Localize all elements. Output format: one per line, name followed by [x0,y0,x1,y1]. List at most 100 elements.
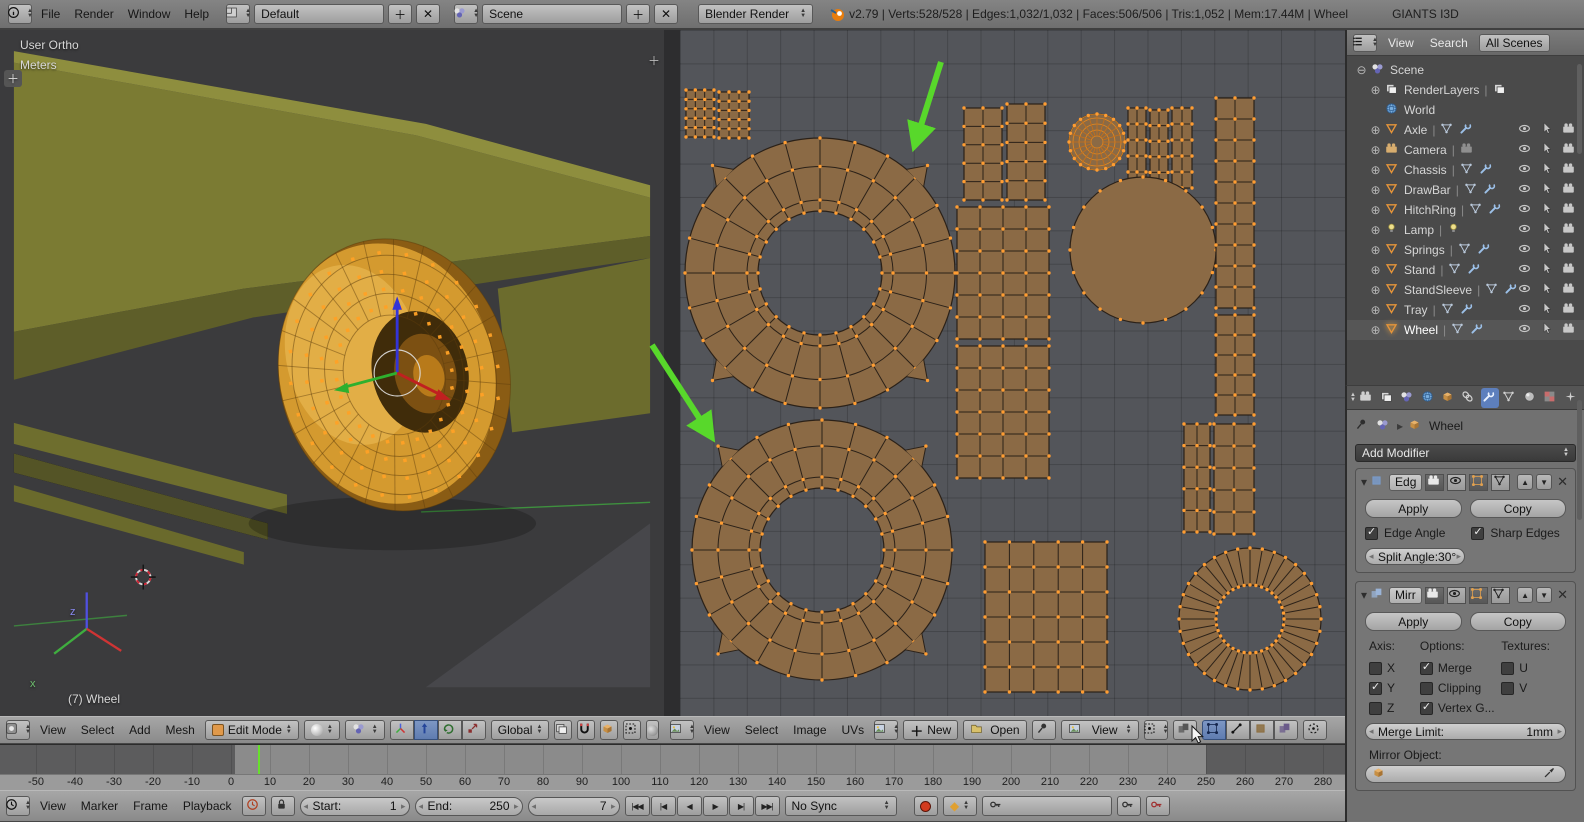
modifier-edit-toggle[interactable] [1469,474,1488,491]
uv-pivot-button[interactable]: ▲▼ [1144,720,1168,740]
expand-toggle-icon[interactable]: ⊕ [1369,203,1382,217]
menu-select[interactable]: Select [76,723,119,737]
outliner-item-springs[interactable]: ⊕ Springs | [1347,240,1584,260]
editor-type-3d-button[interactable]: ▲▼ [6,720,30,740]
split-angle-slider[interactable]: Split Angle: 30° [1365,548,1465,565]
expand-toggle-icon[interactable]: ⊕ [1369,163,1382,177]
restrict-render-camera-icon[interactable] [1562,282,1578,298]
expand-toggle-icon[interactable]: ⊕ [1369,283,1382,297]
modifier-render-toggle[interactable] [1425,474,1444,491]
restrict-view-eye-icon[interactable] [1518,282,1534,298]
snap-magnet-button[interactable] [577,720,595,740]
modifier-delete-button[interactable]: ✕ [1555,474,1570,490]
expand-toggle-icon[interactable]: ⊕ [1369,243,1382,257]
modifier-move-down-button[interactable]: ▼ [1536,587,1552,603]
menu-render[interactable]: Render [69,7,118,21]
translate-manipulator-button[interactable] [414,720,438,740]
editor-type-image-button[interactable]: ▲▼ [670,720,694,740]
image-pin-button[interactable] [1032,720,1056,740]
apply-button[interactable]: Apply [1365,612,1462,631]
sync-mode-select[interactable]: No Sync▲▼ [785,796,897,816]
outliner-item-drawbar[interactable]: ⊕ DrawBar | [1347,180,1584,200]
restrict-view-eye-icon[interactable] [1518,142,1534,158]
uv-display-mode-select[interactable]: View▲▼ [1061,720,1139,740]
tab-render[interactable] [1358,388,1376,408]
expand-toggle-icon[interactable]: ⊕ [1369,263,1382,277]
tab-object[interactable] [1440,388,1458,408]
editor-type-info-button[interactable]: ▲▼ [8,4,32,24]
start-frame-field[interactable]: Start:1 [300,797,410,816]
restrict-render-camera-icon[interactable] [1562,262,1578,278]
restrict-view-eye-icon[interactable] [1518,222,1534,238]
expand-toggle-icon[interactable]: ⊕ [1369,323,1382,337]
outliner-item-hitchring[interactable]: ⊕ HitchRing | [1347,200,1584,220]
outliner-item-scene[interactable]: ⊖ Scene [1347,60,1584,80]
play-reverse-button[interactable]: ◀ [677,796,702,816]
modifier-delete-button[interactable]: ✕ [1555,587,1570,603]
restrict-view-eye-icon[interactable] [1518,182,1534,198]
outliner-menu-search[interactable]: Search [1425,36,1473,50]
expand-toggle-icon[interactable]: ⊖ [1355,63,1368,77]
clipping-checkbox[interactable] [1420,682,1433,695]
restrict-select-cursor-icon[interactable] [1540,322,1556,338]
add-scene-button[interactable]: ＋ [626,4,650,24]
collapse-arrow-icon[interactable]: ▾ [1361,475,1367,489]
outliner-item-chassis[interactable]: ⊕ Chassis | [1347,160,1584,180]
restrict-select-cursor-icon[interactable] [1540,142,1556,158]
restrict-render-camera-icon[interactable] [1562,202,1578,218]
end-frame-field[interactable]: End:250250 [415,797,523,816]
restrict-render-camera-icon[interactable] [1562,322,1578,338]
sharp-edges-checkbox[interactable] [1471,527,1484,540]
restrict-render-camera-icon[interactable] [1562,222,1578,238]
restrict-select-cursor-icon[interactable] [1540,282,1556,298]
add-modifier-dropdown[interactable]: Add Modifier▲▼ [1355,444,1576,462]
menu-help[interactable]: Help [179,7,214,21]
delete-keyframe-button[interactable] [1146,796,1170,816]
render-engine-select[interactable]: Blender Render▲▼ [698,4,813,24]
region-expand-plus[interactable]: ＋ [4,70,22,87]
outliner-display-mode[interactable]: All Scenes [1479,34,1550,52]
play-button[interactable]: ▶ [703,796,728,816]
outliner-item-renderlayers[interactable]: ⊕ RenderLayers | [1347,80,1584,100]
uv-select-island-button[interactable] [1274,720,1298,740]
modifier-cage-toggle[interactable] [1491,474,1510,491]
timeline-ruler[interactable]: -50-40-30-20-100102030405060708090100110… [0,744,1345,790]
tl-menu-marker[interactable]: Marker [76,799,123,813]
modifier-name-field[interactable]: Edg [1389,474,1422,491]
tab-object-data[interactable] [1501,388,1519,408]
merge-checkbox[interactable] [1420,662,1433,675]
uv-sync-selection-button[interactable] [1173,720,1197,740]
modifier-move-up-button[interactable]: ▲ [1517,587,1533,603]
scene-icon-button[interactable]: ▲▼ [454,4,478,24]
expand-toggle-icon[interactable]: ⊕ [1369,303,1382,317]
restrict-render-camera-icon[interactable] [1562,302,1578,318]
outliner-item-wheel[interactable]: ⊕ Wheel | [1347,320,1584,340]
pin-icon[interactable] [1355,418,1371,434]
expand-toggle-icon[interactable]: ⊕ [1369,123,1382,137]
restrict-select-cursor-icon[interactable] [1540,222,1556,238]
tl-menu-playback[interactable]: Playback [178,799,237,813]
tab-texture[interactable] [1542,388,1560,408]
outliner-item-axle[interactable]: ⊕ Axle | [1347,120,1584,140]
expand-toggle-icon[interactable]: ⊕ [1369,143,1382,157]
modifier-cage-toggle[interactable] [1491,587,1510,604]
screen-layout-field[interactable]: Default [254,4,384,24]
restrict-render-camera-icon[interactable] [1562,142,1578,158]
modifier-move-up-button[interactable]: ▲ [1517,474,1533,490]
apply-button[interactable]: Apply [1365,499,1462,518]
delete-scene-button[interactable]: ✕ [654,4,678,24]
menu-mesh[interactable]: Mesh [161,723,200,737]
next-keyframe-button[interactable]: ▶| [729,796,754,816]
uv-image-editor[interactable] [680,30,1345,716]
scale-manipulator-button[interactable] [462,720,486,740]
restrict-select-cursor-icon[interactable] [1540,302,1556,318]
delete-layout-button[interactable]: ✕ [416,4,440,24]
jump-to-start-button[interactable]: |◀◀ [625,796,650,816]
uv-select-edge-button[interactable] [1226,720,1250,740]
insert-keyframe-button[interactable] [1117,796,1141,816]
snap-target-button[interactable] [623,720,641,740]
restrict-select-cursor-icon[interactable] [1540,162,1556,178]
tab-modifiers[interactable] [1481,388,1499,408]
restrict-view-eye-icon[interactable] [1518,242,1534,258]
lock-time-cursor-button[interactable] [271,796,295,816]
